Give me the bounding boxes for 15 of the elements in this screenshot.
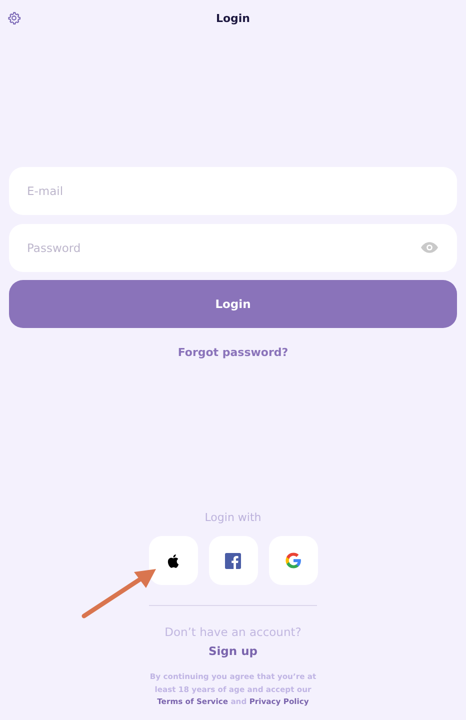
signup-prompt: Don’t have an account? <box>164 625 302 639</box>
facebook-login-button[interactable] <box>208 536 258 585</box>
apple-login-button[interactable] <box>148 536 198 585</box>
login-button[interactable]: Login <box>9 280 457 328</box>
forgot-password-link[interactable]: Forgot password? <box>178 346 288 359</box>
email-field[interactable]: E-mail <box>9 167 457 215</box>
facebook-icon <box>225 552 241 568</box>
google-login-button[interactable] <box>268 536 318 585</box>
settings-icon[interactable] <box>7 11 21 25</box>
login-with-label: Login with <box>204 511 262 524</box>
password-field[interactable]: Password <box>9 224 457 272</box>
screen-title: Login <box>216 12 250 24</box>
apple-icon <box>167 554 179 568</box>
signup-link[interactable]: Sign up <box>208 644 258 658</box>
google-icon <box>284 552 302 569</box>
